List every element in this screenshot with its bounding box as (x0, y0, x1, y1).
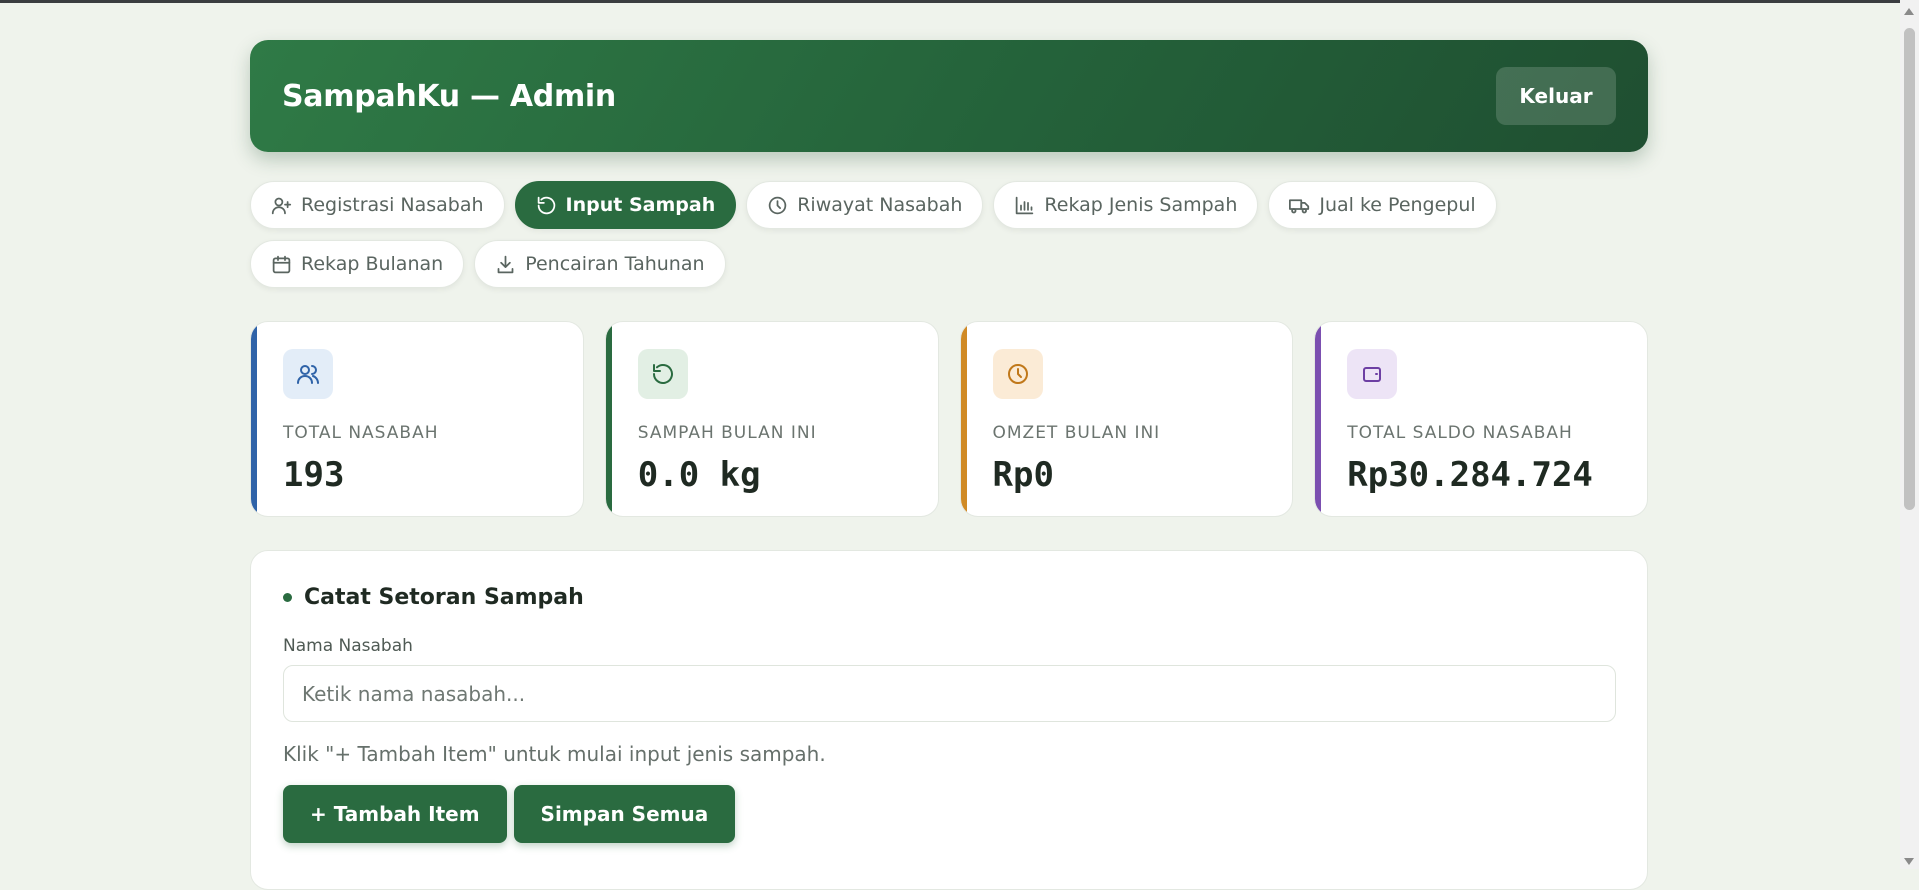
nav-label: Riwayat Nasabah (797, 194, 963, 216)
nav-label: Input Sampah (565, 194, 716, 216)
stat-label: TOTAL SALDO NASABAH (1347, 423, 1573, 443)
nav-label: Rekap Jenis Sampah (1044, 194, 1238, 216)
app-header: SampahKu — Admin Keluar (250, 40, 1648, 152)
nav-label: Registrasi Nasabah (301, 194, 484, 216)
stat-value: Rp0 (992, 455, 1054, 495)
page-container: SampahKu — Admin Keluar Registrasi Nasab… (250, 40, 1648, 890)
app-title: SampahKu — Admin (282, 78, 616, 114)
accent-bar (605, 322, 612, 516)
stat-value: Rp30.284.724 (1347, 455, 1593, 495)
wallet-icon (1363, 367, 1382, 382)
scroll-down-arrow-icon[interactable] (1904, 858, 1914, 865)
nav-riwayat-nasabah[interactable]: Riwayat Nasabah (746, 181, 984, 229)
nav-pencairan-tahunan[interactable]: Pencairan Tahunan (474, 240, 726, 288)
stat-label: OMZET BULAN INI (992, 423, 1161, 443)
stat-card-total-nasabah: TOTAL NASABAH 193 (250, 321, 584, 517)
accent-bar (251, 322, 257, 516)
nav-input-sampah[interactable]: Input Sampah (514, 181, 737, 229)
scroll-up-arrow-icon[interactable] (1904, 8, 1914, 15)
window-top-border (0, 0, 1900, 3)
user-plus-icon (271, 197, 292, 214)
nav-rekap-bulanan[interactable]: Rekap Bulanan (250, 240, 465, 288)
users-icon (297, 365, 319, 384)
add-item-button[interactable]: + Tambah Item (283, 785, 507, 843)
bar-chart-icon (1016, 196, 1034, 214)
accent-bar (960, 322, 967, 516)
nav-label: Jual ke Pengepul (1319, 194, 1476, 216)
stat-card-total-saldo-nasabah: TOTAL SALDO NASABAH Rp30.284.724 (1314, 321, 1648, 517)
stat-value: 0.0 kg (637, 455, 761, 495)
download-icon (497, 255, 514, 273)
form-title-text: Catat Setoran Sampah (304, 585, 584, 610)
main-nav: Registrasi Nasabah Input Sampah Riwayat … (250, 181, 1550, 288)
nama-nasabah-label: Nama Nasabah (283, 636, 413, 656)
nav-label: Rekap Bulanan (301, 253, 444, 275)
nav-label: Pencairan Tahunan (525, 253, 705, 275)
calendar-icon (272, 255, 291, 273)
stat-label: SAMPAH BULAN INI (637, 423, 817, 443)
stat-card-omzet-bulan-ini: OMZET BULAN INI Rp0 (959, 321, 1294, 517)
nav-registrasi-nasabah[interactable]: Registrasi Nasabah (250, 181, 505, 229)
title-dot (283, 593, 292, 602)
accent-bar (1315, 322, 1322, 516)
clock-icon (1007, 364, 1028, 384)
form-actions: + Tambah Item Simpan Semua (283, 785, 1615, 843)
truck-icon (1289, 198, 1310, 213)
stats-row: TOTAL NASABAH 193 SAMPAH BULAN INI 0.0 k… (250, 321, 1648, 517)
stat-label: TOTAL NASABAH (283, 423, 439, 443)
clock-icon (768, 196, 787, 214)
save-all-button[interactable]: Simpan Semua (513, 785, 736, 843)
stat-icon-box (637, 349, 688, 399)
nav-jual-ke-pengepul[interactable]: Jual ke Pengepul (1268, 181, 1497, 229)
stat-card-sampah-bulan-ini: SAMPAH BULAN INI 0.0 kg (604, 321, 939, 517)
rotate-icon (652, 364, 673, 384)
stat-icon-box (1347, 349, 1398, 399)
form-title: Catat Setoran Sampah (283, 585, 1615, 610)
page-scrollbar[interactable] (1900, 0, 1919, 869)
rotate-icon (537, 196, 555, 214)
stat-value: 193 (283, 455, 345, 495)
form-hint: Klik "+ Tambah Item" untuk mulai input j… (283, 742, 826, 766)
stat-icon-box (992, 349, 1043, 399)
logout-button[interactable]: Keluar (1496, 67, 1616, 125)
nav-rekap-jenis-sampah[interactable]: Rekap Jenis Sampah (993, 181, 1259, 229)
setoran-form-card: Catat Setoran Sampah Nama Nasabah Klik "… (250, 550, 1648, 890)
nama-nasabah-input[interactable] (283, 665, 1616, 722)
scrollbar-thumb[interactable] (1904, 28, 1915, 510)
stat-icon-box (283, 349, 333, 399)
